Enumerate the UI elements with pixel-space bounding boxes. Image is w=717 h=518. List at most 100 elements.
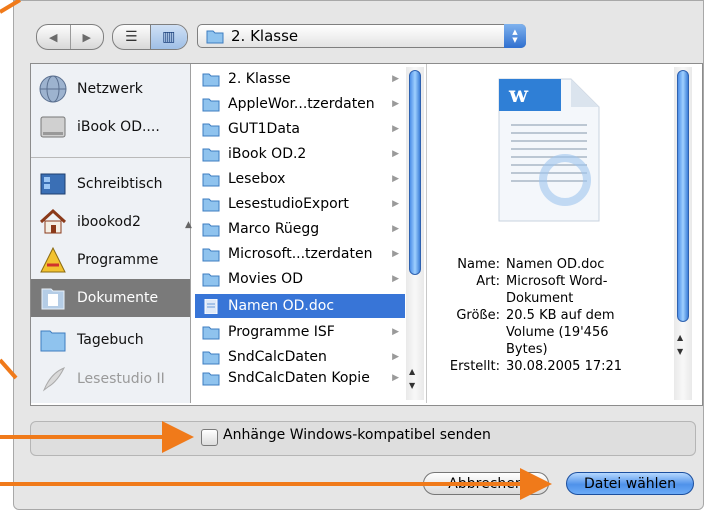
windows-compatible-checkbox[interactable] — [201, 429, 218, 446]
sidebar-item-tagebuch[interactable]: Tagebuch — [31, 321, 190, 359]
sidebar-item-label: Schreibtisch — [77, 176, 163, 192]
scroll-up-icon[interactable]: ▲ — [409, 367, 415, 376]
sidebar-divider — [31, 157, 190, 158]
scroll-down-icon[interactable]: ▼ — [409, 381, 415, 390]
sidebar-item-schreibtisch[interactable]: Schreibtisch — [31, 165, 190, 203]
list-item-label: Programme ISF — [228, 324, 335, 340]
list-item-label: Movies OD — [228, 271, 303, 287]
navigation-buttons: ◀ ▶ — [36, 24, 104, 50]
kind-value: Microsoft Word-Dokument — [506, 274, 608, 306]
folder-icon — [202, 351, 220, 364]
folder-icon — [202, 148, 220, 161]
path-popup[interactable]: 2. Klasse ▲ ▼ — [197, 24, 526, 48]
list-item[interactable]: Marco Rüegg ▶ — [195, 217, 405, 241]
size-label: Größe: — [456, 308, 500, 323]
disclosure-arrow-icon: ▶ — [392, 352, 399, 362]
list-item-label: SndCalcDaten — [228, 349, 327, 365]
list-item-label: 2. Klasse — [228, 71, 291, 87]
sidebar-item-ibookod2[interactable]: ibookod2 — [31, 203, 190, 241]
size-value: 20.5 KB auf dem Volume (19'456 Bytes) — [506, 308, 615, 357]
name-label: Name: — [457, 257, 500, 272]
folder-icon — [202, 372, 220, 385]
folder-icon — [202, 98, 220, 111]
folder-icon — [202, 173, 220, 186]
kind-label: Art: — [476, 274, 500, 289]
sidebar-item-label: iBook OD.... — [77, 119, 160, 135]
sidebar-item-lesestudio[interactable]: Lesestudio II — [31, 360, 190, 398]
list-item[interactable]: AppleWor...tzerdaten ▶ — [195, 92, 405, 116]
folder-icon — [202, 73, 220, 86]
disclosure-arrow-icon: ▶ — [392, 199, 399, 209]
list-item-label: LesestudioExport — [228, 196, 349, 212]
network-globe-icon — [37, 73, 69, 105]
list-item[interactable]: SndCalcDaten ▶ — [195, 345, 405, 369]
folder-icon — [206, 30, 224, 44]
list-item[interactable]: GUT1Data ▶ — [195, 117, 405, 141]
view-mode-buttons: ☰ ▥ — [112, 24, 188, 50]
scroll-down-icon[interactable]: ▼ — [677, 347, 683, 356]
disclosure-arrow-icon: ▶ — [392, 224, 399, 234]
folder-icon — [202, 198, 220, 211]
folder-icon — [202, 223, 220, 236]
file-info: Name: Namen OD.doc Art: Microsoft Word-D… — [440, 256, 680, 396]
scrollbar-thumb[interactable] — [677, 70, 689, 322]
disclosure-arrow-icon: ▶ — [392, 274, 399, 284]
folder-icon — [202, 326, 220, 339]
folder-column: 2. Klasse ▶ AppleWor...tzerdaten ▶ GUT1D… — [195, 64, 427, 403]
choose-file-button[interactable]: Datei wählen — [566, 472, 694, 495]
folder-icon — [202, 248, 220, 261]
word-document-icon: w — [498, 78, 600, 222]
preview-scrollbar[interactable]: ▲ ▼ — [674, 67, 692, 400]
sidebar: Netzwerk iBook OD.... Schreibtisch ibook… — [31, 64, 191, 403]
forward-button[interactable]: ▶ — [69, 25, 104, 49]
sidebar-item-label: ibookod2 — [77, 214, 141, 230]
column-view-button[interactable]: ▥ — [149, 25, 187, 49]
applications-icon — [37, 244, 69, 276]
name-value: Namen OD.doc — [506, 257, 605, 272]
back-button[interactable]: ◀ — [37, 25, 70, 49]
created-label: Erstellt: — [449, 359, 500, 374]
list-item-label: Namen OD.doc — [228, 298, 335, 314]
list-view-button[interactable]: ☰ — [113, 25, 150, 49]
home-icon — [37, 206, 69, 238]
column-resize-handle[interactable]: ▲ — [185, 220, 192, 230]
folder-icon — [202, 273, 220, 286]
sidebar-item-programme[interactable]: Programme — [31, 241, 190, 279]
list-item-label: SndCalcDaten Kopie — [228, 370, 370, 386]
sidebar-item-label: Programme — [77, 252, 159, 268]
scroll-up-icon[interactable]: ▲ — [677, 333, 683, 342]
scrollbar-thumb[interactable] — [409, 70, 421, 275]
svg-text:w: w — [508, 82, 529, 108]
list-item-label: AppleWor...tzerdaten — [228, 96, 375, 112]
windows-compatible-label[interactable]: Anhänge Windows-kompatibel senden — [223, 427, 491, 443]
list-item[interactable]: Programme ISF ▶ — [195, 320, 405, 344]
folder-column-scrollbar[interactable]: ▲ ▼ — [406, 67, 424, 400]
list-item[interactable]: Microsoft...tzerdaten ▶ — [195, 242, 405, 266]
list-item[interactable]: SndCalcDaten Kopie ▶ — [195, 370, 405, 386]
disclosure-arrow-icon: ▶ — [392, 149, 399, 159]
list-item-selected[interactable]: Namen OD.doc — [195, 294, 405, 318]
sidebar-item-netzwerk[interactable]: Netzwerk — [31, 70, 190, 108]
folder-icon — [37, 324, 69, 356]
documents-icon — [37, 282, 69, 314]
list-item[interactable]: Lesebox ▶ — [195, 167, 405, 191]
list-item-label: Lesebox — [228, 171, 286, 187]
list-item[interactable]: 2. Klasse ▶ — [195, 67, 405, 91]
list-item[interactable]: Movies OD ▶ — [195, 267, 405, 291]
feather-icon — [37, 363, 69, 395]
desktop-icon — [37, 168, 69, 200]
list-item[interactable]: LesestudioExport ▶ — [195, 192, 405, 216]
document-icon — [204, 298, 218, 314]
disclosure-arrow-icon: ▶ — [392, 327, 399, 337]
created-value: 30.08.2005 17:21 — [506, 359, 623, 374]
list-item-label: GUT1Data — [228, 121, 300, 137]
cancel-button[interactable]: Abbrechen — [423, 472, 549, 495]
sidebar-item-ibook[interactable]: iBook OD.... — [31, 108, 190, 146]
list-item-label: Microsoft...tzerdaten — [228, 246, 373, 262]
sidebar-item-label: Tagebuch — [77, 332, 144, 348]
disclosure-arrow-icon: ▶ — [392, 249, 399, 259]
list-item[interactable]: iBook OD.2 ▶ — [195, 142, 405, 166]
sidebar-item-dokumente[interactable]: Dokumente — [31, 279, 190, 317]
disclosure-arrow-icon: ▶ — [392, 74, 399, 84]
sidebar-item-label: Netzwerk — [77, 81, 143, 97]
